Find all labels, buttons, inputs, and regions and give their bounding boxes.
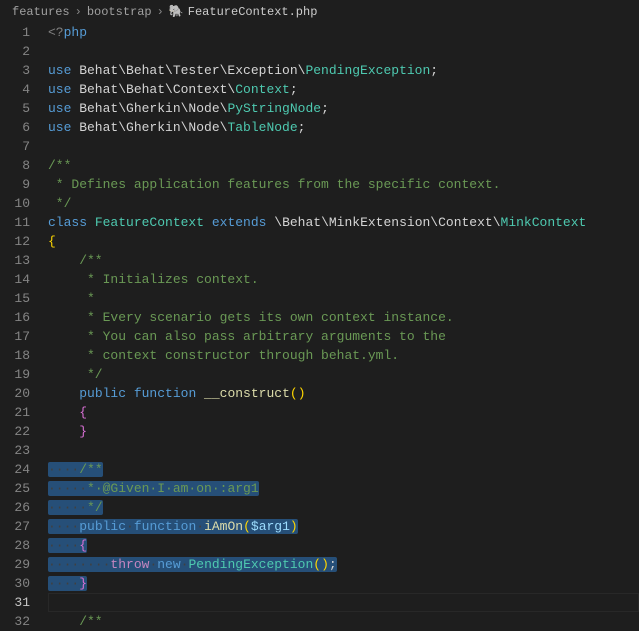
line-number[interactable]: 12 xyxy=(0,232,30,251)
code-line[interactable]: * Initializes context. xyxy=(48,270,639,289)
php-file-icon: 🐘 xyxy=(169,4,184,19)
code-line[interactable] xyxy=(48,137,639,156)
code-line[interactable]: * You can also pass arbitrary arguments … xyxy=(48,327,639,346)
line-number[interactable]: 25 xyxy=(0,479,30,498)
code-line[interactable]: { xyxy=(48,232,639,251)
code-line[interactable]: /** xyxy=(48,612,639,631)
code-line[interactable]: */ xyxy=(48,194,639,213)
code-line[interactable]: ····} xyxy=(48,574,639,593)
line-number[interactable]: 23 xyxy=(0,441,30,460)
line-number[interactable]: 14 xyxy=(0,270,30,289)
breadcrumb-segment[interactable]: bootstrap xyxy=(87,5,152,19)
chevron-right-icon: › xyxy=(157,5,164,19)
code-line[interactable]: use Behat\Gherkin\Node\TableNode; xyxy=(48,118,639,137)
code-line[interactable]: use Behat\Behat\Tester\Exception\Pending… xyxy=(48,61,639,80)
code-line[interactable]: * Defines application features from the … xyxy=(48,175,639,194)
line-number[interactable]: 16 xyxy=(0,308,30,327)
line-number[interactable]: 13 xyxy=(0,251,30,270)
line-number[interactable]: 21 xyxy=(0,403,30,422)
line-number[interactable]: 32 xyxy=(0,612,30,631)
line-number[interactable]: 7 xyxy=(0,137,30,156)
line-number[interactable]: 26 xyxy=(0,498,30,517)
line-number[interactable]: 27 xyxy=(0,517,30,536)
code-line[interactable]: ····public·function·iAmOn($arg1) xyxy=(48,517,639,536)
line-number[interactable]: 19 xyxy=(0,365,30,384)
code-editor[interactable]: 1234567891011121314151617181920212223242… xyxy=(0,23,639,628)
breadcrumb-file[interactable]: FeatureContext.php xyxy=(188,5,318,19)
line-number[interactable]: 6 xyxy=(0,118,30,137)
line-number[interactable]: 15 xyxy=(0,289,30,308)
code-line[interactable]: use Behat\Behat\Context\Context; xyxy=(48,80,639,99)
line-number[interactable]: 20 xyxy=(0,384,30,403)
code-line[interactable]: /** xyxy=(48,251,639,270)
code-line[interactable]: class FeatureContext extends \Behat\Mink… xyxy=(48,213,639,232)
code-line[interactable]: */ xyxy=(48,365,639,384)
line-number[interactable]: 9 xyxy=(0,175,30,194)
code-line[interactable]: ·····*·@Given·I·am·on·:arg1 xyxy=(48,479,639,498)
code-line[interactable]: { xyxy=(48,403,639,422)
code-line[interactable]: use Behat\Gherkin\Node\PyStringNode; xyxy=(48,99,639,118)
line-number[interactable]: 8 xyxy=(0,156,30,175)
code-line[interactable]: } xyxy=(48,422,639,441)
code-line[interactable]: ·····*/ xyxy=(48,498,639,517)
code-line[interactable] xyxy=(48,441,639,460)
line-number[interactable]: 4 xyxy=(0,80,30,99)
code-line[interactable]: * context constructor through behat.yml. xyxy=(48,346,639,365)
line-number[interactable]: 5 xyxy=(0,99,30,118)
code-area[interactable]: <?php use Behat\Behat\Tester\Exception\P… xyxy=(48,23,639,628)
chevron-right-icon: › xyxy=(75,5,82,19)
code-line[interactable] xyxy=(48,42,639,61)
code-line[interactable]: /** xyxy=(48,156,639,175)
code-line[interactable]: * xyxy=(48,289,639,308)
code-line[interactable]: ····/** xyxy=(48,460,639,479)
line-number-gutter[interactable]: 1234567891011121314151617181920212223242… xyxy=(0,23,48,628)
line-number[interactable]: 17 xyxy=(0,327,30,346)
line-number[interactable]: 31 xyxy=(0,593,30,612)
code-line[interactable]: ········throw·new·PendingException(); xyxy=(48,555,639,574)
code-line[interactable]: public function __construct() xyxy=(48,384,639,403)
code-line[interactable] xyxy=(48,593,639,612)
line-number[interactable]: 3 xyxy=(0,61,30,80)
line-number[interactable]: 30 xyxy=(0,574,30,593)
breadcrumb[interactable]: features › bootstrap › 🐘 FeatureContext.… xyxy=(0,0,639,23)
line-number[interactable]: 24 xyxy=(0,460,30,479)
line-number[interactable]: 1 xyxy=(0,23,30,42)
line-number[interactable]: 22 xyxy=(0,422,30,441)
line-number[interactable]: 29 xyxy=(0,555,30,574)
line-number[interactable]: 11 xyxy=(0,213,30,232)
breadcrumb-segment[interactable]: features xyxy=(12,5,70,19)
line-number[interactable]: 28 xyxy=(0,536,30,555)
code-line[interactable]: * Every scenario gets its own context in… xyxy=(48,308,639,327)
line-number[interactable]: 18 xyxy=(0,346,30,365)
code-line[interactable]: ····{ xyxy=(48,536,639,555)
line-number[interactable]: 2 xyxy=(0,42,30,61)
line-number[interactable]: 10 xyxy=(0,194,30,213)
code-line[interactable]: <?php xyxy=(48,23,639,42)
